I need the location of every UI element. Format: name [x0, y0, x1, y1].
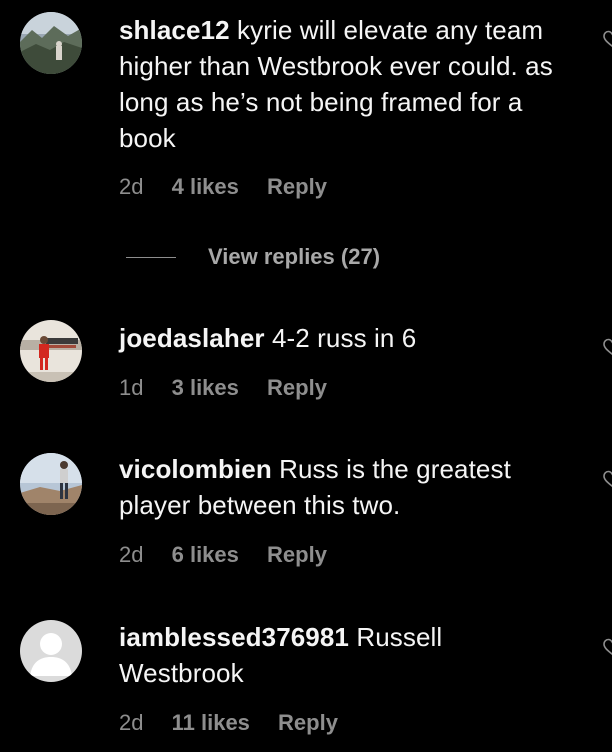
comment-username[interactable]: joedaslaher — [119, 323, 265, 353]
comment-likes[interactable]: 4 likes — [172, 173, 239, 201]
view-replies-button[interactable]: View replies (27) — [126, 242, 380, 272]
comment-username[interactable]: shlace12 — [119, 15, 230, 45]
comment-content: 4-2 russ in 6 — [271, 323, 417, 353]
comment-time: 2d — [119, 542, 144, 567]
comment-likes[interactable]: 6 likes — [172, 541, 239, 569]
comment-meta: 2d 4 likes Reply — [119, 173, 327, 201]
comment-time: 1d — [119, 375, 144, 400]
avatar[interactable] — [20, 620, 82, 682]
comment-username[interactable]: vicolombien — [119, 454, 272, 484]
comment-text: joedaslaher 4-2 russ in 6 — [119, 320, 569, 356]
heart-outline-icon[interactable] — [603, 338, 612, 356]
replies-divider — [126, 256, 176, 258]
comment-text: shlace12 kyrie will elevate any team hig… — [119, 12, 569, 156]
comment-text: vicolombien Russ is the greatest player … — [119, 451, 569, 523]
comment-username[interactable]: iamblessed376981 — [119, 622, 349, 652]
avatar[interactable] — [20, 320, 82, 382]
heart-outline-icon[interactable] — [603, 30, 612, 48]
heart-outline-icon[interactable] — [603, 470, 612, 488]
comment-meta: 2d 6 likes Reply — [119, 541, 327, 569]
comment-likes[interactable]: 3 likes — [172, 374, 239, 402]
comment-text: iamblessed376981 Russell Westbrook — [119, 619, 569, 691]
avatar[interactable] — [20, 453, 82, 515]
view-replies-label[interactable]: View replies (27) — [208, 244, 380, 270]
reply-button[interactable]: Reply — [267, 374, 327, 402]
comment-likes[interactable]: 11 likes — [172, 709, 250, 737]
reply-button[interactable]: Reply — [267, 541, 327, 569]
comment-time: 2d — [119, 174, 144, 199]
comment-time: 2d — [119, 710, 144, 735]
avatar[interactable] — [20, 12, 82, 74]
comment-meta: 1d 3 likes Reply — [119, 374, 327, 402]
reply-button[interactable]: Reply — [267, 173, 327, 201]
heart-outline-icon[interactable] — [603, 638, 612, 656]
comment-meta: 2d 11 likes Reply — [119, 709, 338, 737]
reply-button[interactable]: Reply — [278, 709, 338, 737]
